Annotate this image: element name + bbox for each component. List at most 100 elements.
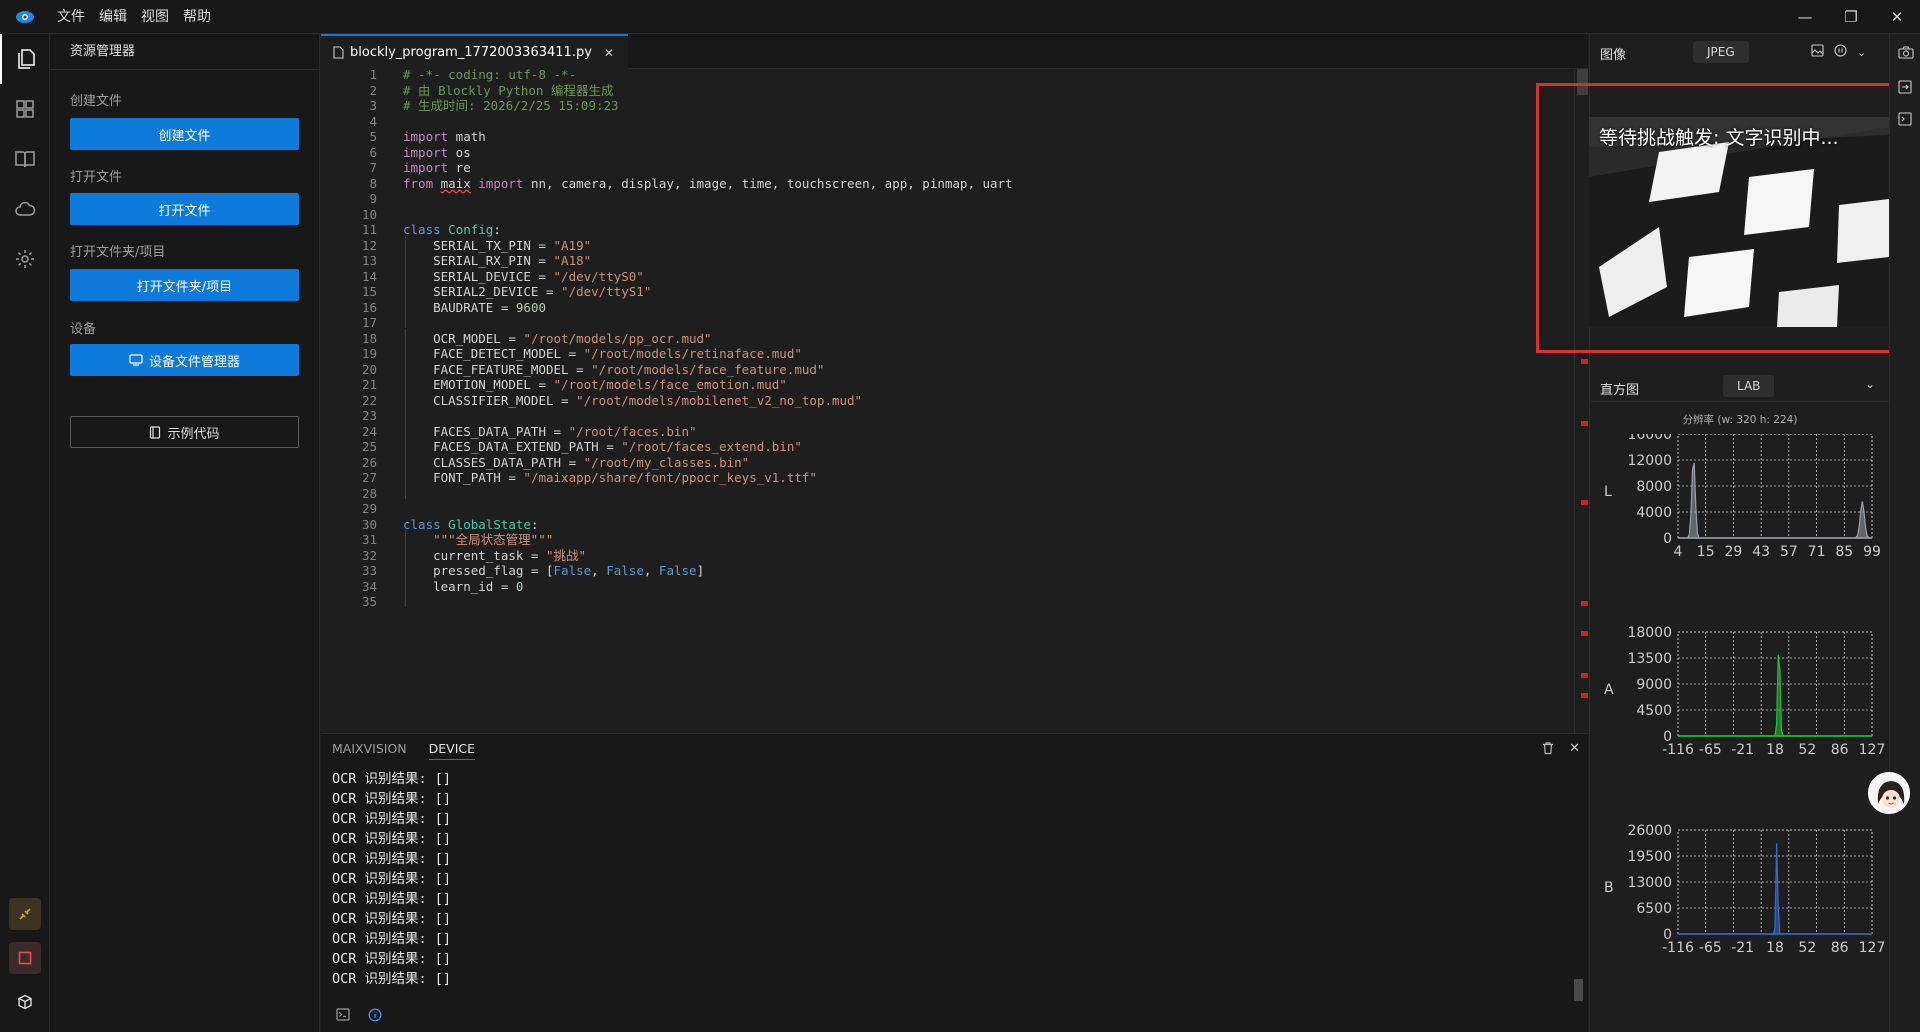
connect-device-icon[interactable]: [9, 898, 41, 930]
tab-maixvision[interactable]: MAIXVISION: [332, 741, 407, 760]
stop-icon[interactable]: [9, 942, 41, 974]
menu-help[interactable]: 帮助: [176, 0, 218, 34]
package-cube-icon[interactable]: [9, 986, 41, 1018]
menu-edit[interactable]: 编辑: [92, 0, 134, 34]
pause-icon[interactable]: [1834, 44, 1847, 61]
hist-y-tick: 16000: [1627, 434, 1672, 443]
editor-tab-bar: blockly_program_1772003363411.py ✕: [321, 34, 1588, 69]
terminal-icon[interactable]: [336, 1008, 350, 1026]
device-output: OCR 识别结果: [] OCR 识别结果: [] OCR 识别结果: [] OCR …: [332, 769, 451, 989]
settings-gear-icon[interactable]: [0, 234, 50, 284]
indent-guide: [405, 530, 406, 607]
info-icon[interactable]: [368, 1008, 382, 1026]
docs-book-icon[interactable]: [0, 134, 50, 184]
output-line: OCR 识别结果: []: [332, 971, 452, 987]
open-folder-button[interactable]: 打开文件夹/项目: [70, 269, 299, 301]
open-file-label: 打开文件: [70, 170, 123, 185]
editor-tab[interactable]: blockly_program_1772003363411.py ✕: [321, 34, 628, 69]
menu-view[interactable]: 视图: [134, 0, 176, 34]
hist-y-tick: 8000: [1636, 479, 1672, 495]
error-marker: [1581, 500, 1588, 505]
histogram-mode-select[interactable]: LAB: [1723, 375, 1775, 397]
close-tab-icon[interactable]: ✕: [604, 46, 614, 60]
hist-x-tick: -65: [1699, 742, 1722, 758]
hist-x-tick: 4: [1674, 544, 1683, 560]
code-editor[interactable]: 1 # -*- coding: utf-8 -*- 2 # 由 Blockly Pyt…: [321, 69, 1588, 733]
open-file-button[interactable]: 打开文件: [70, 193, 299, 225]
output-scroll-thumb[interactable]: [1574, 979, 1583, 1001]
menu-file[interactable]: 文件: [50, 0, 92, 34]
indent-guide: [405, 235, 406, 328]
output-line: OCR 识别结果: []: [332, 791, 452, 807]
hist-x-tick: 127: [1859, 940, 1886, 956]
restore-icon[interactable]: ❐: [1828, 0, 1874, 34]
hist-x-tick: 71: [1808, 544, 1826, 560]
hist-x-tick: 99: [1863, 544, 1881, 560]
hist-channel-label: A: [1604, 682, 1614, 698]
line-number: 35: [361, 594, 377, 609]
device-icon: [129, 354, 143, 366]
device-file-manager-button[interactable]: 设备文件管理器: [70, 344, 299, 376]
error-marker: [1581, 421, 1588, 426]
close-panel-icon[interactable]: ✕: [1569, 741, 1580, 759]
editor-scrollbar[interactable]: [1574, 69, 1588, 733]
extensions-icon[interactable]: [0, 84, 50, 134]
hist-channel-label: L: [1604, 484, 1612, 500]
hist-x-tick: -21: [1731, 940, 1754, 956]
histogram-title: 直方图: [1600, 383, 1640, 398]
example-code-label: 示例代码: [167, 426, 220, 442]
output-actions: ✕: [1541, 741, 1580, 759]
hist-x-tick: 29: [1725, 544, 1743, 560]
book-icon: [150, 425, 161, 439]
hist-x-tick: 86: [1831, 742, 1849, 758]
chevron-down-icon[interactable]: ⌄: [1857, 46, 1866, 59]
hist-x-tick: 52: [1798, 742, 1816, 758]
output-line: OCR 识别结果: []: [332, 871, 452, 887]
hist-y-tick: 4000: [1636, 505, 1672, 521]
hist-y-tick: 4500: [1636, 703, 1672, 719]
output-line: OCR 识别结果: []: [332, 911, 452, 927]
code-line[interactable]: 35: [321, 592, 1571, 611]
output-line: OCR 识别结果: []: [332, 931, 452, 947]
export-icon[interactable]: [1898, 80, 1912, 98]
example-code-button[interactable]: 示例代码: [70, 416, 299, 448]
image-format-select[interactable]: JPEG: [1693, 41, 1749, 63]
hist-y-tick: 13000: [1627, 875, 1672, 891]
minimize-icon[interactable]: —: [1782, 0, 1828, 34]
hist-y-tick: 19500: [1627, 849, 1672, 865]
tab-device[interactable]: DEVICE: [428, 741, 476, 760]
terminal-toggle-icon[interactable]: [1898, 112, 1912, 130]
output-tabs: MAIXVISION DEVICE: [332, 741, 476, 760]
error-marker: [1581, 631, 1588, 636]
preview-caption: 等待挑战触发: 文字识别中...: [1599, 127, 1839, 149]
screenshot-camera-icon[interactable]: [1898, 46, 1914, 63]
hist-channel-label: B: [1604, 880, 1614, 896]
hist-x-tick: 18: [1766, 940, 1784, 956]
trash-icon[interactable]: [1541, 741, 1555, 759]
histogram-chevron-icon[interactable]: ⌄: [1865, 377, 1875, 391]
hist-series-area: [1678, 654, 1872, 737]
side-toolbar: [1889, 34, 1920, 1032]
app-logo-icon: [0, 0, 50, 34]
scroll-thumb[interactable]: [1577, 69, 1588, 95]
device-label: 设备: [70, 322, 97, 337]
hist-series-area: [1678, 462, 1872, 539]
hist-x-tick: -116: [1662, 940, 1694, 956]
hist-x-tick: -116: [1662, 742, 1694, 758]
image-save-icon[interactable]: [1811, 44, 1824, 61]
hist-x-tick: 86: [1831, 940, 1849, 956]
image-tools: ⌄: [1811, 44, 1866, 61]
hist-x-tick: 127: [1859, 742, 1886, 758]
assistant-avatar[interactable]: [1868, 772, 1910, 814]
status-icons: [336, 1008, 382, 1026]
create-file-button[interactable]: 创建文件: [70, 118, 299, 150]
output-line: OCR 识别结果: []: [332, 951, 452, 967]
explorer-icon[interactable]: [0, 34, 50, 84]
hist-x-tick: 57: [1780, 544, 1798, 560]
hist-x-tick: -65: [1699, 940, 1722, 956]
close-window-icon[interactable]: ✕: [1874, 0, 1920, 34]
hist-y-tick: 9000: [1636, 677, 1672, 693]
cloud-icon[interactable]: [0, 184, 50, 234]
window-controls: — ❐ ✕: [1782, 0, 1920, 34]
output-line: OCR 识别结果: []: [332, 851, 452, 867]
